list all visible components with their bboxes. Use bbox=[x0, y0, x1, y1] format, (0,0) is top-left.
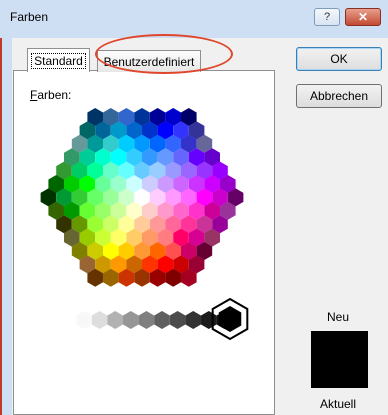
cancel-button[interactable]: Abbrechen bbox=[296, 84, 382, 108]
gray-cell[interactable] bbox=[138, 311, 155, 329]
gray-cell[interactable] bbox=[201, 311, 217, 329]
gray-cell[interactable] bbox=[76, 311, 92, 329]
gray-cell[interactable] bbox=[185, 311, 201, 329]
gray-cell[interactable] bbox=[91, 311, 108, 329]
tab-standard[interactable]: Standard bbox=[27, 48, 90, 72]
tab-standard-label: Standard bbox=[31, 52, 86, 69]
gray-cell[interactable] bbox=[169, 311, 186, 329]
selected-black-cell[interactable] bbox=[218, 306, 242, 332]
gray-cell[interactable] bbox=[123, 311, 139, 329]
gray-cell[interactable] bbox=[154, 311, 170, 329]
current-color-label: Aktuell bbox=[320, 397, 357, 411]
color-preview-swatch bbox=[311, 331, 368, 388]
gray-cell[interactable] bbox=[107, 311, 123, 329]
ok-button[interactable]: OK bbox=[296, 47, 382, 71]
new-color-label: Neu bbox=[327, 310, 350, 324]
